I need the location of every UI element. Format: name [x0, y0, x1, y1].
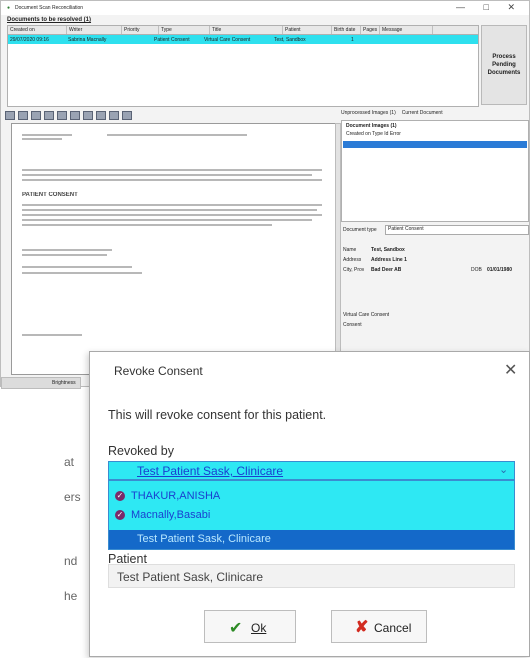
city-value: Bad Deer AB	[371, 267, 402, 273]
documents-table[interactable]: Created on Writer Priority Type Title Pa…	[7, 25, 479, 107]
background-text: nd	[64, 554, 78, 568]
previous-page-icon[interactable]	[96, 110, 106, 120]
patient-field: Test Patient Sask, Clinicare	[108, 564, 515, 588]
table-row[interactable]: 29/07/2020 09:16 Sabrina Macnally Patien…	[8, 35, 478, 44]
checkmark-icon: ✓	[115, 491, 125, 501]
right-panel: Unprocessed Images (1) Current Document …	[341, 110, 529, 380]
table-cell: Patient Consent	[154, 37, 190, 43]
document-type-label: Document type	[343, 227, 377, 233]
window-title: Document Scan Reconciliation	[15, 5, 84, 11]
brightness-panel: Brightness	[1, 377, 81, 389]
zoom-out-icon[interactable]	[57, 110, 67, 120]
table-header: Created on Writer Priority Type Title Pa…	[8, 26, 478, 35]
print-icon[interactable]	[18, 110, 28, 120]
option-macnally[interactable]: ✓ Macnally,Basabi	[109, 506, 514, 525]
column-header[interactable]: Priority	[122, 26, 159, 34]
ok-label: Ok	[251, 621, 267, 635]
viewer-heading: PATIENT CONSENT	[22, 192, 78, 198]
title-bar: ● Document Scan Reconciliation — □ ✕	[1, 1, 529, 15]
cancel-label: Cancel	[374, 621, 412, 635]
background-text: he	[64, 589, 78, 603]
column-header[interactable]: Writer	[67, 26, 122, 34]
dialog-title: Revoke Consent	[114, 364, 203, 378]
table-cell: Test, Sandbox	[274, 37, 306, 43]
column-header[interactable]: Message	[380, 26, 433, 34]
checkmark-icon: ✔	[229, 620, 243, 637]
address-value: Address Line 1	[371, 257, 407, 263]
revoked-by-select[interactable]: Test Patient Sask, Clinicare ⌄	[108, 461, 515, 480]
document-type-select[interactable]: Patient Consent	[385, 225, 529, 235]
column-header[interactable]: Patient	[283, 26, 332, 34]
brightness-label: Brightness	[52, 380, 76, 386]
document-images-list[interactable]: Document Images (1) Created on Type Id E…	[341, 120, 529, 222]
background-text: ers	[64, 490, 81, 504]
tab-current-document[interactable]: Current Document	[402, 110, 443, 119]
close-icon: ✘	[355, 619, 369, 636]
address-label: Address	[343, 257, 362, 263]
patient-info: Name Test, Sandbox Address Address Line …	[341, 245, 527, 285]
column-header[interactable]: Title	[210, 26, 283, 34]
revoked-by-value: Test Patient Sask, Clinicare	[137, 464, 284, 478]
revoke-consent-dialog: Revoke Consent ✕ This will revoke consen…	[89, 351, 530, 657]
cancel-button[interactable]: ✘ Cancel	[331, 610, 427, 643]
tab-unprocessed-images[interactable]: Unprocessed Images (1)	[341, 110, 396, 119]
option-label: Macnally,Basabi	[131, 509, 211, 521]
revoked-by-label: Revoked by	[108, 444, 175, 458]
option-test-patient[interactable]: Test Patient Sask, Clinicare	[109, 530, 514, 549]
dob-value: 01/01/1980	[487, 267, 513, 273]
option-label: Test Patient Sask, Clinicare	[137, 533, 271, 545]
process-pending-button[interactable]: Process Pending Documents	[481, 25, 527, 105]
table-cell: Virtual Care Consent	[204, 37, 251, 43]
zoom-in-icon[interactable]	[44, 110, 54, 120]
right-tabs: Unprocessed Images (1) Current Document	[341, 110, 529, 119]
table-cell: 29/07/2020 09:16	[10, 37, 49, 43]
column-header[interactable]: Type	[159, 26, 210, 34]
document-viewer[interactable]: PATIENT CONSENT	[11, 123, 337, 375]
last-page-icon[interactable]	[122, 110, 132, 120]
name-value: Test, Sandbox	[371, 247, 405, 253]
rotate-icon[interactable]	[31, 110, 41, 120]
fit-page-icon[interactable]	[70, 110, 80, 120]
documents-header: Documents to be resolved (1)	[7, 17, 92, 23]
virtual-care-section: Virtual Care Consent Consent	[341, 310, 527, 340]
name-label: Name	[343, 247, 357, 253]
table-cell: Sabrina Macnally	[68, 37, 107, 43]
document-type-row: Document type Patient Consent	[341, 225, 529, 235]
app-icon: ●	[7, 5, 11, 11]
next-page-icon[interactable]	[109, 110, 119, 120]
chevron-down-icon[interactable]: ⌄	[499, 463, 508, 476]
ok-button[interactable]: ✔ Ok	[204, 610, 296, 643]
consent-label: Consent	[343, 322, 362, 328]
window-controls[interactable]: — □ ✕	[456, 2, 523, 13]
save-icon[interactable]	[5, 110, 15, 120]
viewer-toolbar	[5, 110, 335, 120]
column-header[interactable]: Birth date	[332, 26, 361, 34]
app-window: ● Document Scan Reconciliation — □ ✕ Doc…	[0, 0, 530, 389]
table-cell: 1	[351, 37, 354, 43]
list-columns: Created on Type Id Error	[346, 131, 401, 137]
background-text: at	[64, 455, 75, 469]
list-item[interactable]	[343, 141, 527, 148]
list-header: Document Images (1)	[346, 123, 397, 129]
column-header[interactable]: Created on	[8, 26, 67, 34]
close-icon[interactable]: ✕	[504, 360, 517, 380]
option-label: THAKUR,ANISHA	[131, 490, 221, 502]
dob-label: DOB	[471, 267, 482, 273]
option-thakur[interactable]: ✓ THAKUR,ANISHA	[109, 487, 514, 506]
checkmark-icon: ✓	[115, 510, 125, 520]
city-label: City, Prov	[343, 267, 365, 273]
dialog-message: This will revoke consent for this patien…	[108, 408, 327, 422]
virtual-care-label: Virtual Care Consent	[343, 312, 390, 318]
revoked-by-options: ✓ THAKUR,ANISHA ✓ Macnally,Basabi Test P…	[108, 480, 515, 550]
first-page-icon[interactable]	[83, 110, 93, 120]
column-header[interactable]: Pages	[361, 26, 380, 34]
